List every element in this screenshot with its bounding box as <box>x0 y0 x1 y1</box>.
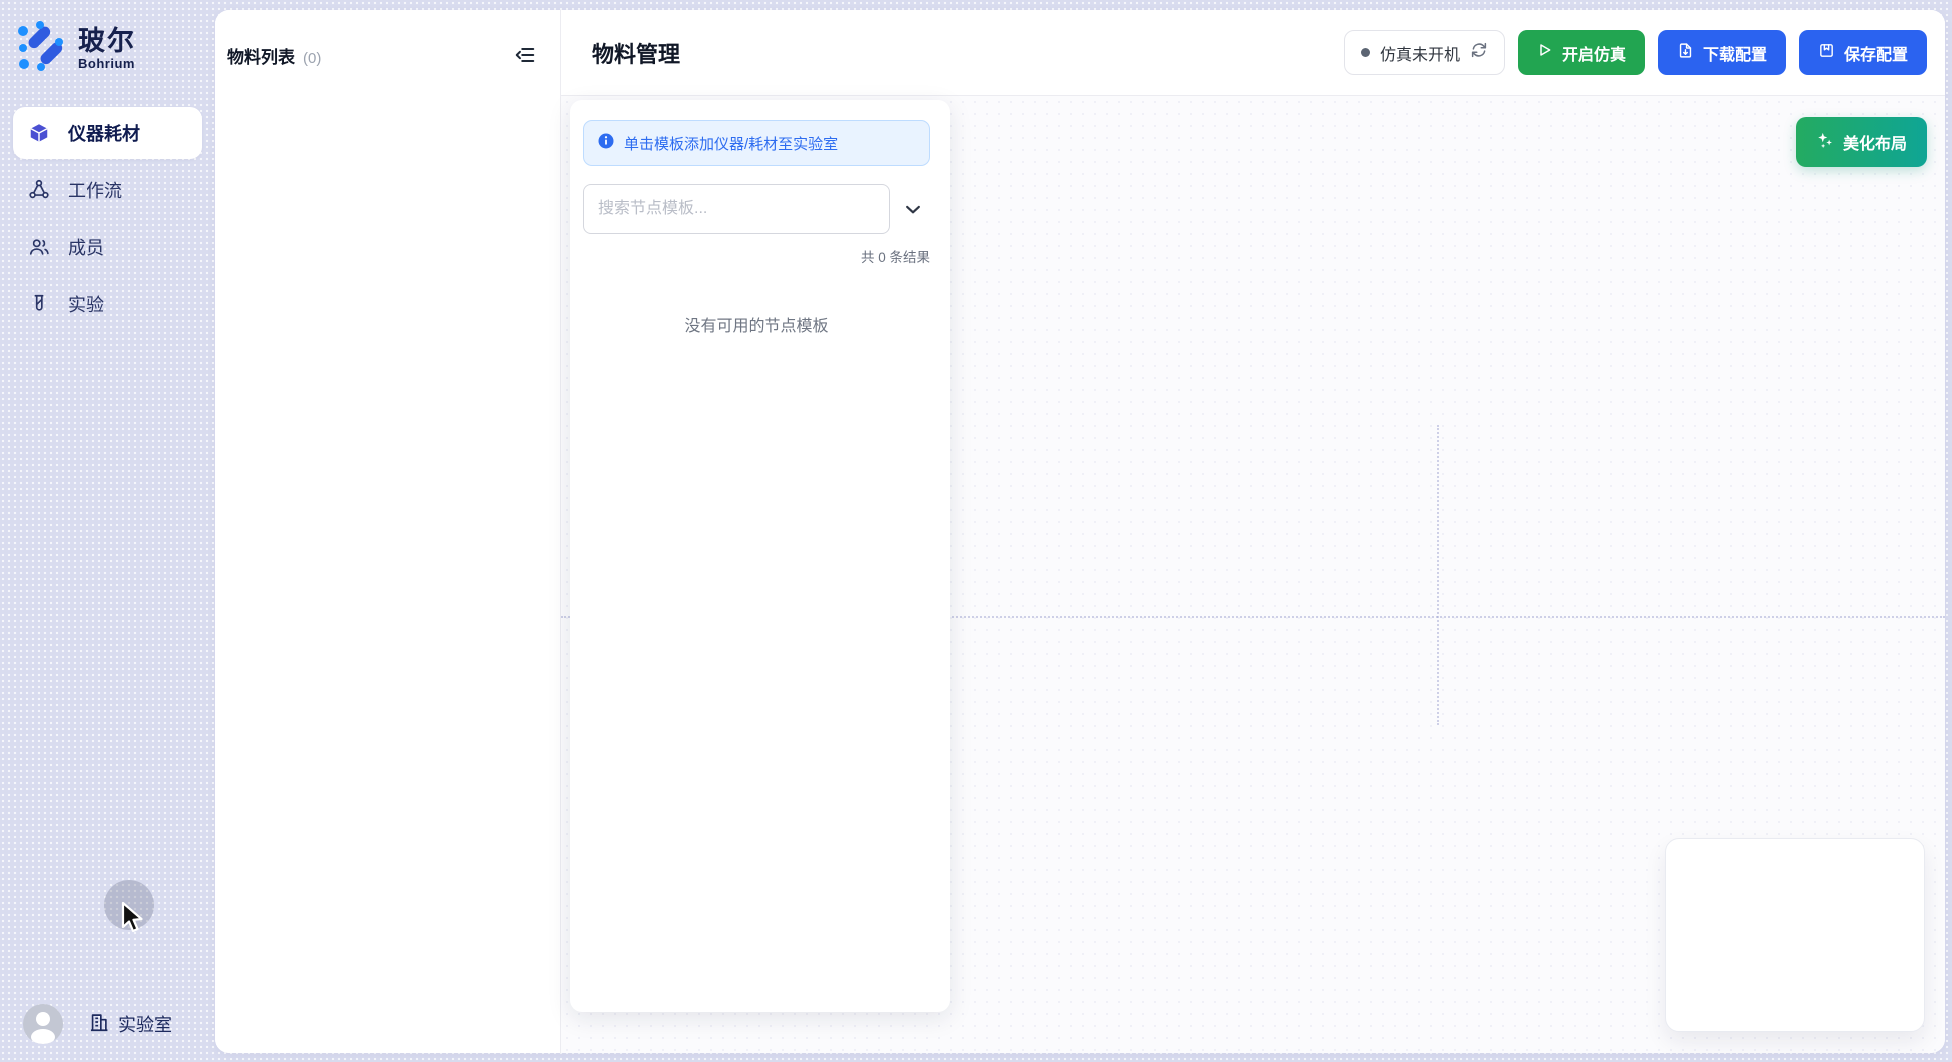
save-config-label: 保存配置 <box>1844 41 1908 65</box>
lab-switcher[interactable]: 实验室 <box>88 1011 172 1038</box>
template-hint-banner: 单击模板添加仪器/耗材至实验室 <box>583 120 930 166</box>
download-config-button[interactable]: 下载配置 <box>1658 30 1786 75</box>
info-icon <box>597 132 615 154</box>
play-icon <box>1537 42 1553 63</box>
layout-canvas[interactable]: 单击模板添加仪器/耗材至实验室 共 0 条结果 没有可用的节点模板 <box>561 96 1945 1053</box>
material-list-panel: 物料列表 (0) <box>215 10 561 1053</box>
page-title: 物料管理 <box>592 37 680 69</box>
brand-name: 玻尔 <box>78 26 136 56</box>
template-empty-state: 没有可用的节点模板 <box>583 312 930 336</box>
main-container: 物料列表 (0) 物料管理 仿真未开机 <box>215 10 1945 1053</box>
collapse-panel-button[interactable] <box>512 42 538 68</box>
sidebar-item-label: 仪器耗材 <box>68 120 140 146</box>
app-stage: 玻尔 Bohrium 仪器耗材 <box>0 0 1952 1062</box>
experiment-icon <box>28 293 50 315</box>
building-icon <box>88 1011 110 1038</box>
sidebar-footer: 实验室 <box>0 1004 215 1044</box>
sidebar-nav: 仪器耗材 工作流 <box>0 107 215 330</box>
user-avatar[interactable] <box>23 1004 63 1044</box>
page-header: 物料管理 仿真未开机 <box>561 10 1945 96</box>
sidebar-item-label: 工作流 <box>68 177 122 203</box>
sidebar-item-members[interactable]: 成员 <box>13 221 202 273</box>
sidebar-item-instruments[interactable]: 仪器耗材 <box>13 107 202 159</box>
file-download-icon <box>1677 42 1694 64</box>
start-simulation-label: 开启仿真 <box>1562 41 1626 65</box>
brand-logo: 玻尔 Bohrium <box>0 0 215 79</box>
workflow-icon <box>28 179 50 201</box>
simulation-status-label: 仿真未开机 <box>1380 41 1460 65</box>
canvas-guide-vertical <box>1437 425 1439 725</box>
chevron-down-icon[interactable] <box>896 199 930 219</box>
start-simulation-button[interactable]: 开启仿真 <box>1518 30 1645 75</box>
main-region: 物料管理 仿真未开机 <box>561 10 1945 1053</box>
lab-label: 实验室 <box>118 1011 172 1037</box>
simulation-status-pill[interactable]: 仿真未开机 <box>1344 30 1505 75</box>
beautify-layout-label: 美化布局 <box>1843 130 1907 154</box>
save-config-button[interactable]: 保存配置 <box>1799 30 1927 75</box>
status-dot-icon <box>1361 48 1370 57</box>
mouse-cursor <box>119 901 147 940</box>
sidebar-item-label: 实验 <box>68 291 104 317</box>
brand-subtitle: Bohrium <box>78 56 136 71</box>
minimap-panel[interactable] <box>1665 838 1925 1032</box>
template-hint-text: 单击模板添加仪器/耗材至实验室 <box>624 133 838 154</box>
sidebar-item-workflow[interactable]: 工作流 <box>13 164 202 216</box>
download-config-label: 下载配置 <box>1703 41 1767 65</box>
cube-icon <box>28 122 50 144</box>
sidebar-item-experiments[interactable]: 实验 <box>13 278 202 330</box>
save-icon <box>1818 42 1835 64</box>
sidebar-item-label: 成员 <box>68 234 104 260</box>
refresh-icon[interactable] <box>1470 41 1488 64</box>
sparkles-icon <box>1816 131 1834 154</box>
template-search-input[interactable] <box>583 184 890 234</box>
template-result-count: 共 0 条结果 <box>583 246 930 266</box>
members-icon <box>28 236 50 258</box>
header-actions: 仿真未开机 <box>1344 30 1927 75</box>
node-template-panel: 单击模板添加仪器/耗材至实验室 共 0 条结果 没有可用的节点模板 <box>570 100 950 1012</box>
beautify-layout-button[interactable]: 美化布局 <box>1796 117 1927 167</box>
material-list-count: (0) <box>303 50 321 67</box>
brand-text: 玻尔 Bohrium <box>78 26 136 71</box>
material-list-title: 物料列表 <box>227 43 295 68</box>
bohrium-logo-icon <box>14 18 68 79</box>
template-search-row <box>583 184 930 234</box>
